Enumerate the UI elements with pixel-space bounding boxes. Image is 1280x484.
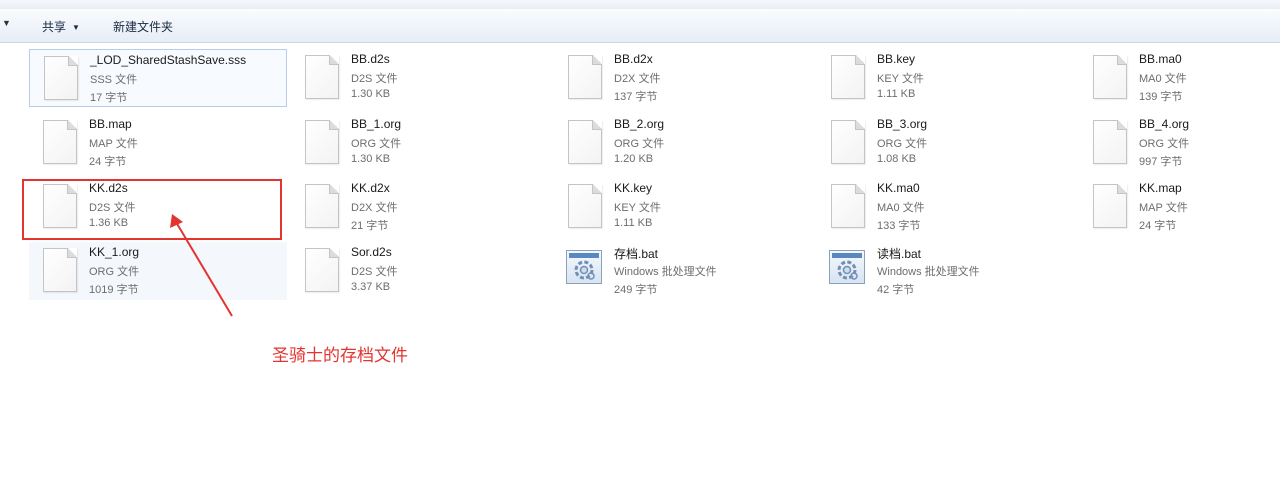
annotation-label: 圣骑士的存档文件 <box>272 346 408 365</box>
annotation-arrow <box>170 214 233 317</box>
